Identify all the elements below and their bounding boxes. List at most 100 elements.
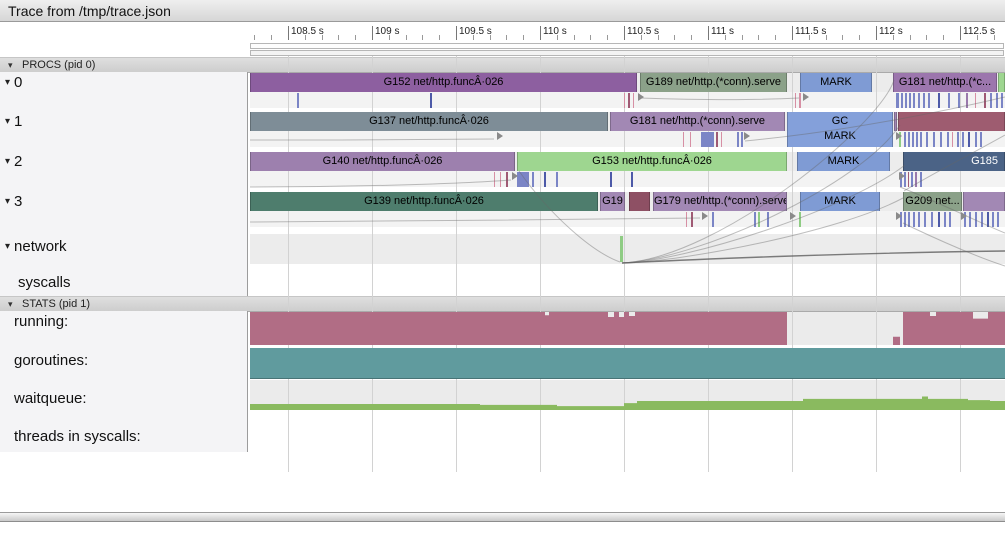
event-tick[interactable]	[949, 212, 951, 227]
event-tick[interactable]	[911, 172, 913, 187]
event-tick[interactable]	[923, 93, 925, 108]
event-tick[interactable]	[909, 93, 911, 108]
trace-span[interactable]	[629, 192, 650, 211]
event-tick[interactable]	[975, 212, 977, 227]
event-tick[interactable]	[1001, 93, 1003, 108]
event-tick[interactable]	[912, 132, 914, 147]
trace-span[interactable]: G185	[903, 152, 1005, 171]
event-tick[interactable]	[896, 93, 899, 108]
timeline-canvas[interactable]: ▾ 0 ▾ 1 ▾ 2 ▾ 3 ▾ network syscalls running: goroutin…	[0, 0, 1005, 533]
event-tick[interactable]	[904, 132, 906, 147]
trace-span[interactable]: G209 net...	[903, 192, 962, 211]
event-tick[interactable]	[741, 132, 743, 147]
event-tick[interactable]	[908, 132, 910, 147]
event-tick[interactable]	[712, 212, 714, 227]
event-tick[interactable]	[962, 132, 964, 147]
event-tick[interactable]	[628, 93, 630, 108]
event-tick[interactable]	[913, 93, 915, 108]
event-tick[interactable]	[610, 172, 612, 187]
event-tick[interactable]	[754, 212, 756, 227]
event-tick[interactable]	[969, 212, 971, 227]
sidebar-row-label-2[interactable]: ▾ 2	[5, 153, 22, 171]
event-tick[interactable]	[506, 172, 508, 187]
event-tick[interactable]	[918, 212, 920, 227]
event-tick[interactable]	[940, 132, 942, 147]
trace-span[interactable]: G139 net/http.funcÂ·026	[250, 192, 598, 211]
event-tick[interactable]	[975, 132, 977, 147]
trace-span[interactable]: G137 net/http.funcÂ·026	[250, 112, 608, 131]
event-tick[interactable]	[686, 212, 687, 227]
event-tick[interactable]	[544, 172, 546, 187]
event-tick[interactable]	[494, 172, 495, 187]
event-tick[interactable]	[631, 172, 633, 187]
trace-span[interactable]	[998, 73, 1005, 92]
event-tick[interactable]	[799, 212, 801, 227]
event-tick[interactable]	[996, 93, 998, 108]
event-tick[interactable]	[517, 172, 529, 187]
event-tick[interactable]	[758, 212, 760, 227]
trace-span[interactable]: G179 net/http.(*conn).serve	[653, 192, 787, 211]
event-tick[interactable]	[992, 212, 994, 227]
event-tick[interactable]	[920, 172, 922, 187]
event-tick[interactable]	[926, 132, 928, 147]
trace-span[interactable]: G19	[600, 192, 625, 211]
event-tick[interactable]	[795, 93, 796, 108]
stat-chart-goroutines[interactable]	[250, 348, 1005, 379]
event-tick[interactable]	[990, 93, 992, 108]
event-tick[interactable]	[556, 172, 558, 187]
collapse-triangle-icon[interactable]: ▾	[5, 116, 10, 127]
event-tick[interactable]	[944, 212, 946, 227]
trace-span[interactable]: MARK	[797, 152, 890, 171]
event-tick[interactable]	[633, 93, 634, 108]
sidebar-row-label-network[interactable]: ▾ network	[5, 238, 67, 256]
collapse-triangle-icon[interactable]: ▾	[5, 196, 10, 207]
event-tick[interactable]	[928, 93, 930, 108]
event-tick[interactable]	[683, 132, 684, 147]
event-tick[interactable]	[918, 93, 920, 108]
event-tick[interactable]	[904, 212, 906, 227]
trace-span[interactable]: G153 net/http.funcÂ·026	[517, 152, 787, 171]
trace-span[interactable]: GC MARK	[787, 112, 893, 147]
stat-chart-waitqueue[interactable]	[250, 380, 1005, 410]
event-tick[interactable]	[908, 212, 910, 227]
event-tick[interactable]	[920, 132, 922, 147]
event-tick[interactable]	[297, 93, 299, 108]
stat-chart-running[interactable]	[250, 312, 1005, 345]
event-tick[interactable]	[721, 132, 722, 147]
event-tick[interactable]	[916, 132, 918, 147]
sidebar-row-label-0[interactable]: ▾ 0	[5, 74, 22, 92]
event-tick[interactable]	[691, 212, 693, 227]
event-tick[interactable]	[716, 132, 718, 147]
event-tick[interactable]	[737, 132, 739, 147]
event-tick[interactable]	[915, 172, 917, 187]
event-tick[interactable]	[620, 236, 623, 262]
event-tick[interactable]	[430, 93, 432, 108]
event-tick[interactable]	[532, 172, 534, 187]
trace-span[interactable]: G181 net/http.(*conn).serve	[610, 112, 785, 131]
trace-span[interactable]	[898, 112, 1005, 131]
sidebar-row-label-syscalls[interactable]: syscalls	[18, 274, 71, 292]
event-tick[interactable]	[958, 93, 960, 108]
event-tick[interactable]	[690, 132, 691, 147]
event-tick[interactable]	[905, 93, 907, 108]
event-tick[interactable]	[933, 132, 935, 147]
event-tick[interactable]	[938, 93, 940, 108]
event-tick[interactable]	[924, 212, 926, 227]
event-tick[interactable]	[767, 212, 769, 227]
collapse-triangle-icon[interactable]: ▾	[5, 77, 10, 88]
trace-span[interactable]	[963, 192, 1005, 211]
event-tick[interactable]	[947, 132, 949, 147]
event-tick[interactable]	[908, 172, 909, 187]
trace-span[interactable]	[894, 112, 897, 131]
event-tick[interactable]	[624, 93, 625, 108]
collapse-triangle-icon[interactable]: ▾	[5, 241, 10, 252]
event-tick[interactable]	[701, 132, 714, 147]
event-tick[interactable]	[984, 93, 986, 108]
event-tick[interactable]	[931, 212, 933, 227]
event-tick[interactable]	[980, 132, 982, 147]
event-tick[interactable]	[981, 212, 983, 227]
trace-span[interactable]: G152 net/http.funcÂ·026	[250, 73, 637, 92]
event-tick[interactable]	[952, 132, 953, 147]
splitter-bar[interactable]	[0, 512, 1005, 522]
trace-span[interactable]: MARK	[800, 73, 872, 92]
